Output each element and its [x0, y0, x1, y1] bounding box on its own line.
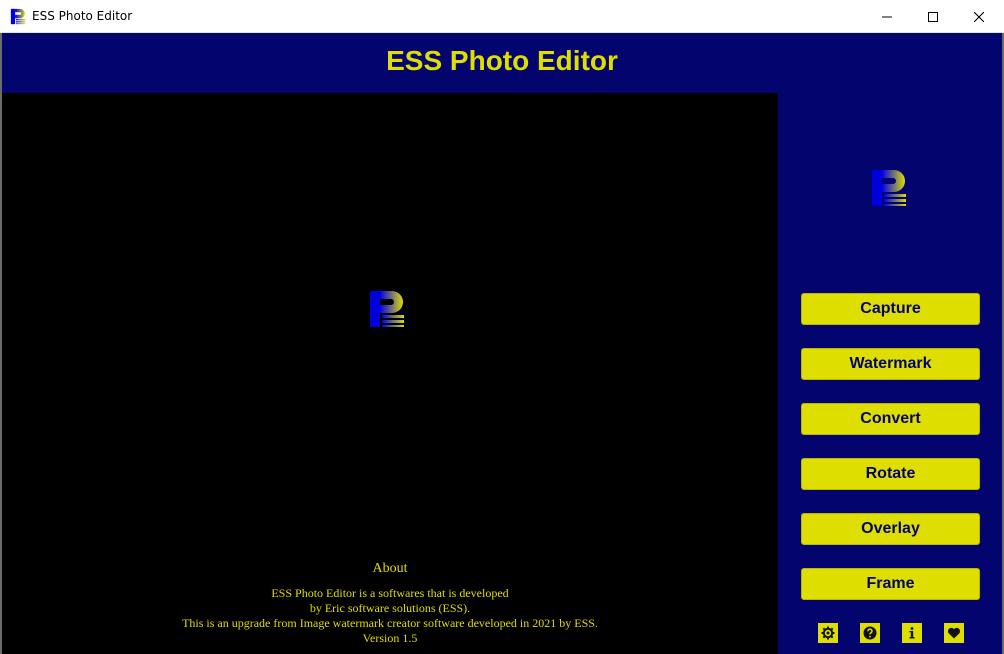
overlay-button[interactable]: Overlay [801, 513, 980, 545]
rotate-button[interactable]: Rotate [801, 458, 980, 490]
settings-button[interactable] [818, 623, 838, 643]
version-text: Version 1.5 [362, 631, 418, 645]
app-window: ESS Photo Editor ESS Photo Editor About … [0, 0, 1004, 654]
info-icon [909, 627, 915, 639]
about-heading: About [372, 561, 408, 576]
page-title: ESS Photo Editor [386, 45, 618, 76]
help-icon [863, 626, 877, 640]
about-line: This is an upgrade from Image watermark … [182, 616, 598, 630]
info-button[interactable] [902, 623, 922, 643]
ess-logo-icon [10, 8, 26, 25]
favorite-button[interactable] [944, 623, 964, 643]
about-line: ESS Photo Editor is a softwares that is … [271, 586, 509, 600]
frame-button[interactable]: Frame [801, 568, 980, 600]
watermark-button[interactable]: Watermark [801, 348, 980, 380]
settings-icon [821, 626, 835, 640]
minimize-button[interactable] [864, 0, 910, 33]
close-icon [974, 11, 984, 22]
close-button[interactable] [956, 0, 1002, 33]
tools-sidebar: Capture Watermark Convert Rotate Overlay… [778, 93, 1002, 654]
ess-logo-icon [370, 291, 404, 327]
window-title: ESS Photo Editor [32, 9, 133, 23]
maximize-icon [928, 11, 938, 22]
ess-logo-icon [872, 170, 906, 206]
minimize-icon [882, 16, 892, 17]
help-button[interactable] [860, 623, 880, 643]
app-header: ESS Photo Editor [2, 33, 1002, 93]
maximize-button[interactable] [910, 0, 956, 33]
title-bar[interactable]: ESS Photo Editor [0, 0, 1004, 33]
about-line: by Eric software solutions (ESS). [309, 601, 471, 615]
heart-icon [947, 627, 961, 639]
convert-button[interactable]: Convert [801, 403, 980, 435]
capture-button[interactable]: Capture [801, 293, 980, 325]
